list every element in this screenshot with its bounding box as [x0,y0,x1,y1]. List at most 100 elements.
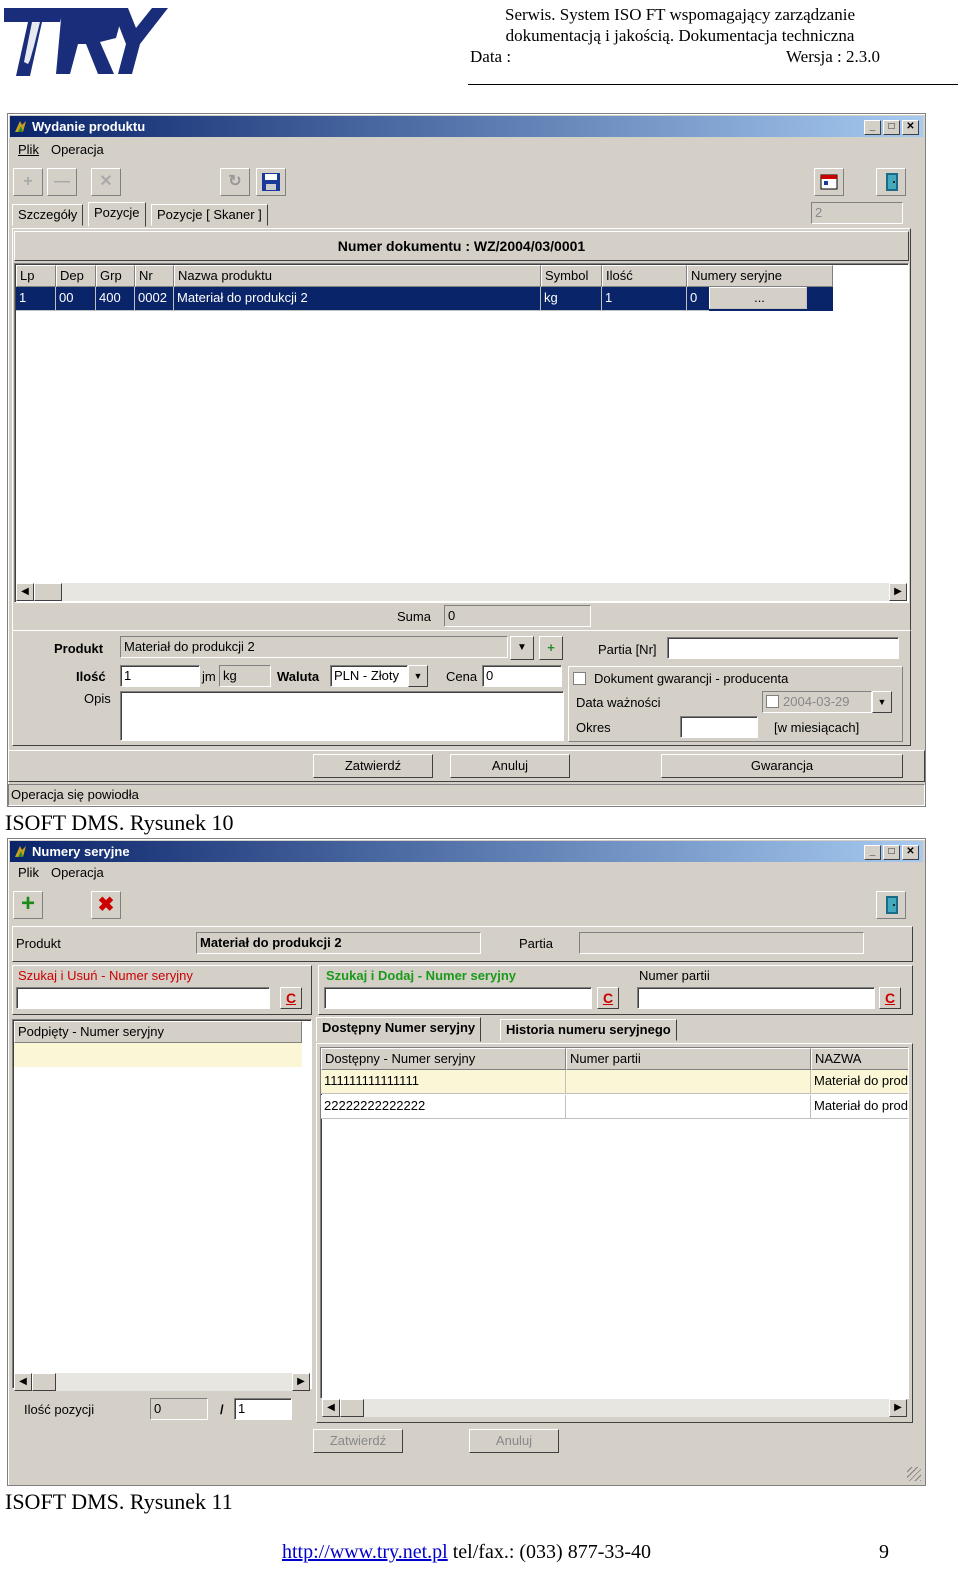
exit-door-icon[interactable] [876,891,906,919]
doc-number-label: Numer dokumentu : WZ/2004/03/0001 [14,231,909,261]
app-icon [15,846,26,857]
date-dropdown-icon[interactable]: ▼ [872,691,892,713]
close-button[interactable]: ✕ [902,845,919,860]
scroll-left-icon[interactable]: ◀ [322,1399,340,1417]
menu-operacja[interactable]: Operacja [51,863,104,883]
tab-szczegoly[interactable]: Szczegóły [12,204,84,226]
col-symbol[interactable]: Symbol [541,265,602,287]
col-numer-partii[interactable]: Numer partii [566,1048,811,1070]
col-podpiety[interactable]: Podpięty - Numer seryjny [14,1021,302,1043]
col-nazwa[interactable]: Nazwa produktu [174,265,541,287]
tab-pozycje[interactable]: Pozycje [88,202,146,227]
right-hscrollbar[interactable]: ◀ ▶ [322,1399,907,1417]
search-add-input[interactable] [324,987,592,1009]
maximize-button[interactable]: □ [883,120,900,135]
col-lp[interactable]: Lp [16,265,56,287]
scroll-right-icon[interactable]: ▶ [889,1399,907,1417]
list-item[interactable] [14,1043,302,1067]
clear-add-button[interactable]: C [597,987,619,1009]
cell-nazwa: Materiał do prod [811,1070,908,1094]
zatwierdz-button[interactable]: Zatwierdź [313,1429,403,1453]
refresh-icon[interactable]: ↻ [220,168,250,196]
col-ilosc[interactable]: Ilość [602,265,687,287]
minimize-button[interactable]: _ [864,120,881,135]
okres-unit: [w miesiącach] [774,720,860,735]
clear-partia-button[interactable]: C [879,987,901,1009]
table-row[interactable]: 22222222222222 Materiał do prod [321,1095,908,1119]
col-grp[interactable]: Grp [96,265,135,287]
attached-serials-list [12,1019,312,1389]
col-dostepny-numer[interactable]: Dostępny - Numer seryjny [321,1048,566,1070]
search-delete-input[interactable] [16,987,270,1009]
window-wydanie-produktu: Wydanie produktu _ □ ✕ Plik Operacja + —… [7,113,926,807]
left-hscrollbar[interactable]: ◀ ▶ [14,1373,310,1391]
scroll-right-icon[interactable]: ▶ [889,583,907,601]
ilosc-pozycji-field: 0 [150,1398,208,1420]
zatwierdz-button[interactable]: Zatwierdź [313,754,433,778]
ilosc-field[interactable]: 1 [120,665,200,687]
anuluj-button[interactable]: Anuluj [469,1429,559,1453]
numer-partii-label: Numer partii [639,968,710,983]
ilosc-label: Ilość [76,669,106,684]
col-nazwa[interactable]: NAZWA [811,1048,908,1070]
maximize-button[interactable]: □ [883,845,900,860]
header-line2: dokumentacją i jakością. Dokumentacja te… [505,26,855,45]
resize-grip-icon[interactable] [907,1467,921,1481]
clear-delete-button[interactable]: C [280,987,302,1009]
partia-field[interactable] [667,637,899,659]
add-icon[interactable]: + [13,168,43,196]
scroll-right-icon[interactable]: ▶ [292,1373,310,1391]
col-numery[interactable]: Numery seryjne [687,265,833,287]
scroll-thumb[interactable] [340,1399,364,1417]
cell-numer: 22222222222222 [321,1095,566,1119]
table-row[interactable]: 1 00 400 0002 Materiał do produkcji 2 kg… [16,287,833,311]
waluta-dropdown-icon[interactable]: ▼ [408,665,428,687]
total-field: 1 [234,1398,292,1420]
delete-serial-icon[interactable]: ✖ [91,891,121,919]
anuluj-button[interactable]: Anuluj [450,754,570,778]
tab-dostepny[interactable]: Dostępny Numer seryjny [316,1017,482,1042]
add-product-button[interactable]: + [539,636,563,660]
tab-pozycje-skaner[interactable]: Pozycje [ Skaner ] [151,204,268,226]
header-line1: Serwis. System ISO FT wspomagający zarzą… [505,5,855,24]
menu-plik[interactable]: Plik [18,140,39,160]
cell-nr: 0002 [135,287,174,311]
opis-field[interactable] [120,691,564,741]
remove-icon[interactable]: — [47,168,77,196]
cena-field[interactable]: 0 [482,665,562,687]
delete-icon[interactable]: ✕ [91,168,121,196]
col-dep[interactable]: Dep [56,265,96,287]
cell-nazwa: Materiał do produkcji 2 [174,287,541,311]
col-nr[interactable]: Nr [135,265,174,287]
positions-grid-header: Lp Dep Grp Nr Nazwa produktu Symbol Iloś… [16,265,833,287]
warranty-checkbox[interactable] [573,672,586,685]
serial-numbers-button[interactable]: ... [709,287,807,309]
table-row[interactable]: 111111111111111 Materiał do prod [321,1070,908,1094]
footer: http://www.try.net.pl tel/fax.: (033) 87… [282,1540,651,1564]
add-serial-icon[interactable]: + [13,891,43,919]
okres-field[interactable] [680,716,758,738]
numer-partii-input[interactable] [637,987,875,1009]
app-icon [15,121,26,132]
menu-operacja[interactable]: Operacja [51,140,104,160]
scroll-thumb[interactable] [32,1373,56,1391]
close-button[interactable]: ✕ [902,120,919,135]
produkt-field[interactable]: Materiał do produkcji 2 [120,636,508,658]
waluta-select[interactable]: PLN - Złoty [330,665,408,687]
scroll-left-icon[interactable]: ◀ [14,1373,32,1391]
produkt-dropdown-icon[interactable]: ▼ [510,636,534,660]
window1-hscrollbar[interactable]: ◀ ▶ [16,583,907,601]
minimize-button[interactable]: _ [864,845,881,860]
counter-field: 2 [811,202,903,224]
tab-historia[interactable]: Historia numeru seryjnego [500,1019,677,1041]
date-checkbox[interactable] [766,695,779,708]
scroll-left-icon[interactable]: ◀ [16,583,34,601]
footer-url-link[interactable]: http://www.try.net.pl [282,1541,448,1563]
exit-door-icon[interactable] [876,168,906,196]
scroll-thumb[interactable] [34,583,62,601]
gwarancja-button[interactable]: Gwarancja [661,754,903,778]
menu-plik[interactable]: Plik [18,863,39,883]
jm-label: jm [202,669,216,684]
save-icon[interactable] [256,168,286,196]
calendar-icon[interactable] [814,168,844,196]
